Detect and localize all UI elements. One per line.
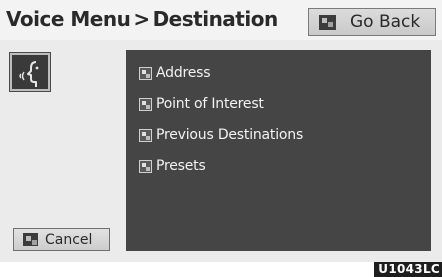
destination-option-list: Address Point of Interest Previous Desti… xyxy=(126,50,431,251)
menu-item-label: Presets xyxy=(156,158,206,174)
voice-command-icon xyxy=(139,128,152,142)
voice-command-icon xyxy=(139,159,152,173)
voice-command-icon xyxy=(319,14,336,30)
figure-code: U1043LC xyxy=(374,262,442,277)
voice-recognition-icon xyxy=(10,53,50,91)
menu-item-address[interactable]: Address xyxy=(139,63,211,83)
menu-item-presets[interactable]: Presets xyxy=(139,156,206,176)
voice-command-icon xyxy=(139,66,152,80)
go-back-button[interactable]: Go Back xyxy=(308,8,436,36)
voice-menu-screen: Voice Menu > Destination Go Back Address P… xyxy=(0,0,442,262)
cancel-button[interactable]: Cancel xyxy=(13,228,110,251)
voice-command-icon xyxy=(139,97,152,111)
cancel-label: Cancel xyxy=(45,231,93,248)
menu-item-point-of-interest[interactable]: Point of Interest xyxy=(139,94,264,114)
menu-item-label: Address xyxy=(156,65,211,81)
breadcrumb-separator: > xyxy=(133,7,150,31)
speaking-head-icon xyxy=(19,61,39,87)
title-destination: Destination xyxy=(152,7,279,31)
menu-item-label: Point of Interest xyxy=(156,96,264,112)
title-voice-menu: Voice Menu xyxy=(6,7,131,31)
voice-command-icon xyxy=(23,233,38,246)
menu-item-previous-destinations[interactable]: Previous Destinations xyxy=(139,125,303,145)
menu-item-label: Previous Destinations xyxy=(156,127,304,143)
go-back-label: Go Back xyxy=(350,12,421,32)
page-title: Voice Menu > Destination xyxy=(6,5,278,33)
